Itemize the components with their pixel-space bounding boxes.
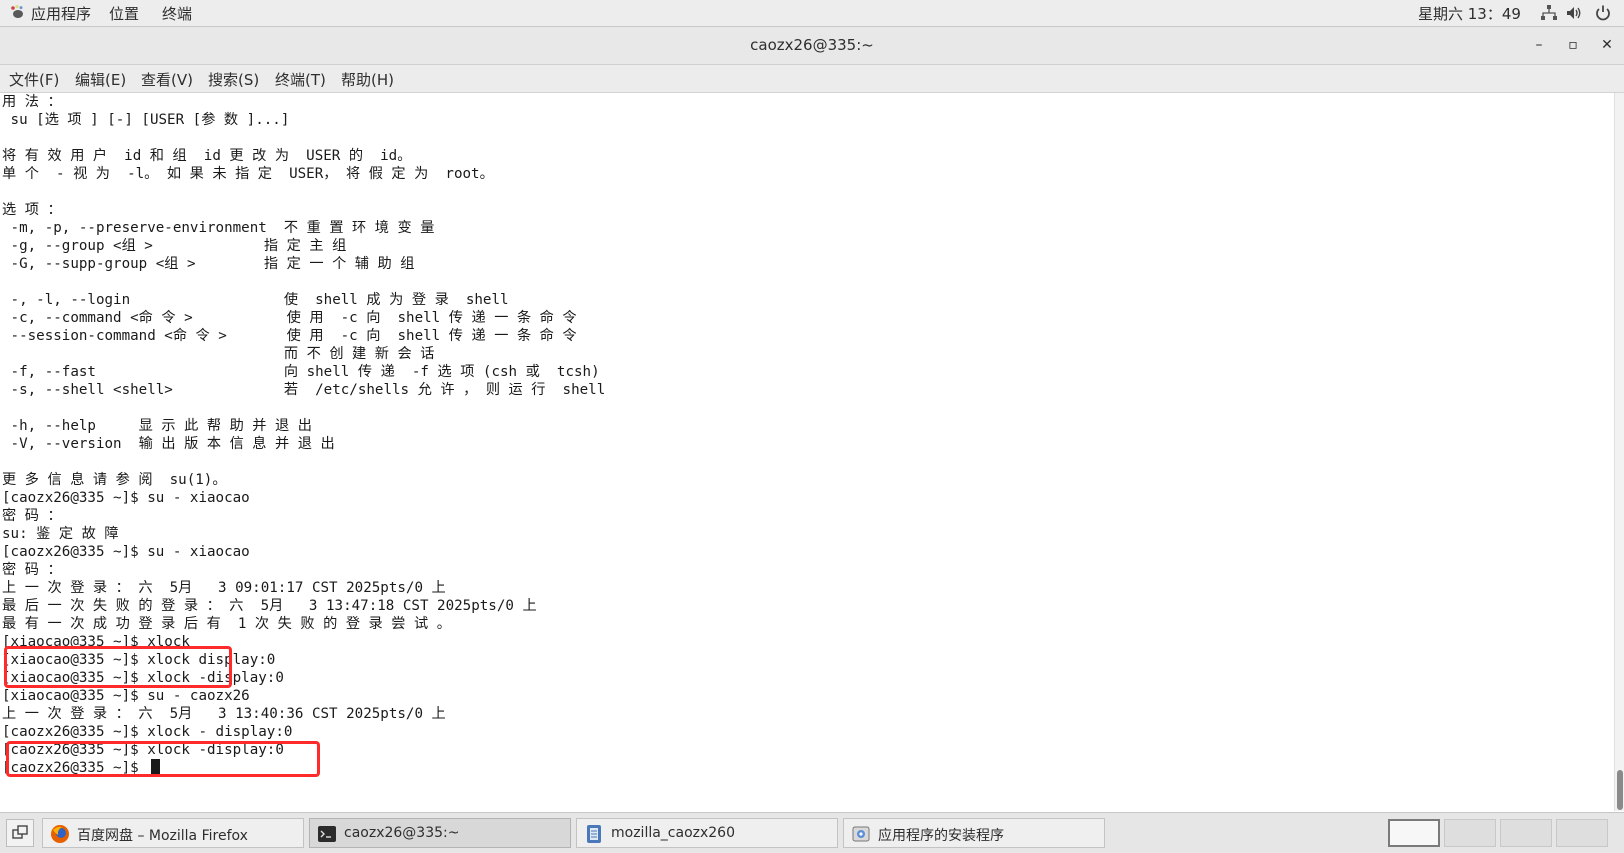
software-installer-icon xyxy=(852,826,870,842)
window-title: caozx26@335:~ xyxy=(750,36,874,54)
terminal-line: 而 不 创 建 新 会 话 xyxy=(2,346,435,362)
menu-search[interactable]: 搜索(S) xyxy=(208,69,259,90)
terminal-line: 最 后 一 次 失 败 的 登 录 ： 六 5月 3 13:47:18 CST … xyxy=(2,598,537,614)
file-manager-icon xyxy=(587,825,601,843)
terminal-line: -f, --fast 向 shell 传 递 -f 选 项 (csh 或 tcs… xyxy=(2,364,600,380)
show-desktop-icon xyxy=(12,825,28,839)
workspace-2[interactable] xyxy=(1444,819,1496,847)
terminal-menubar: 文件(F) 编辑(E) 查看(V) 搜索(S) 终端(T) 帮助(H) xyxy=(0,65,1624,93)
close-button[interactable]: ✕ xyxy=(1597,35,1617,55)
annotation-box-xlock-caozx26 xyxy=(6,741,320,777)
annotation-box-xlock-xiaocao xyxy=(4,646,232,688)
terminal-line: 单 个 - 视 为 -l。 如 果 未 指 定 USER， 将 假 定 为 ro… xyxy=(2,166,494,182)
firefox-icon xyxy=(51,825,69,843)
terminal-scrollbar[interactable] xyxy=(1614,93,1624,811)
terminal-line: 最 有 一 次 成 功 登 录 后 有 1 次 失 败 的 登 录 尝 试 。 xyxy=(2,616,451,632)
workspace-3[interactable] xyxy=(1500,819,1552,847)
menu-view[interactable]: 查看(V) xyxy=(141,69,193,90)
terminal-line: -h, --help 显 示 此 帮 助 并 退 出 xyxy=(2,418,312,434)
maximize-button[interactable]: ▫ xyxy=(1563,35,1583,55)
terminal-line: -m, -p, --preserve-environment 不 重 置 环 境… xyxy=(2,220,435,236)
task-firefox[interactable]: 百度网盘 – Mozilla Firefox xyxy=(42,818,304,848)
menu-terminal[interactable]: 终端(T) xyxy=(275,69,326,90)
applications-menu[interactable]: 应用程序 xyxy=(31,3,91,24)
terminal-line: 密 码 ： xyxy=(2,508,62,524)
show-desktop-button[interactable] xyxy=(6,819,34,847)
terminal-line: 将 有 效 用 户 id 和 组 id 更 改 为 USER 的 id。 xyxy=(2,148,412,164)
volume-icon[interactable] xyxy=(1565,4,1583,22)
terminal-line: 选 项 ： xyxy=(2,202,62,218)
menu-file[interactable]: 文件(F) xyxy=(9,69,59,90)
bottom-taskbar: 百度网盘 – Mozilla Firefox caozx26@335:~ moz… xyxy=(0,812,1624,853)
terminal-app-menu[interactable]: 终端 xyxy=(162,3,192,24)
workspace-1[interactable] xyxy=(1388,819,1440,847)
power-icon[interactable] xyxy=(1594,4,1612,22)
terminal-line: su: 鉴 定 故 障 xyxy=(2,526,119,542)
terminal-icon xyxy=(318,826,336,842)
terminal-line: -V, --version 输 出 版 本 信 息 并 退 出 xyxy=(2,436,335,452)
menu-help[interactable]: 帮助(H) xyxy=(341,69,394,90)
terminal-line: -G, --supp-group <组 > 指 定 一 个 辅 助 组 xyxy=(2,256,415,272)
terminal-line: [caozx26@335 ~]$ su - xiaocao xyxy=(2,490,250,506)
task-label: 应用程序的安装程序 xyxy=(878,828,1004,844)
network-icon[interactable] xyxy=(1540,4,1558,22)
task-software-installer[interactable]: 应用程序的安装程序 xyxy=(843,818,1105,848)
minimize-button[interactable]: – xyxy=(1529,35,1549,55)
terminal-line: su [选 项 ] [-] [USER [参 数 ]...] xyxy=(2,112,290,128)
terminal-line: [xiaocao@335 ~]$ su - caozx26 xyxy=(2,688,250,704)
task-terminal[interactable]: caozx26@335:~ xyxy=(309,818,571,848)
top-panel: 应用程序 位置 终端 星期六 13：49 xyxy=(0,0,1624,27)
terminal-line: 上 一 次 登 录 ： 六 5月 3 13:40:36 CST 2025pts/… xyxy=(2,706,446,722)
terminal-line: [caozx26@335 ~]$ su - xiaocao xyxy=(2,544,250,560)
task-label: 百度网盘 – Mozilla Firefox xyxy=(77,828,248,844)
terminal-line: 密 码 ： xyxy=(2,562,62,578)
terminal-line: -c, --command <命 令 > 使 用 -c 向 shell 传 递 … xyxy=(2,310,577,326)
task-file-manager[interactable]: mozilla_caozx260 xyxy=(576,818,838,848)
scrollbar-thumb[interactable] xyxy=(1617,770,1623,810)
task-label: mozilla_caozx260 xyxy=(611,825,735,841)
window-titlebar[interactable]: caozx26@335:~ – ▫ ✕ xyxy=(0,27,1624,65)
workspace-4[interactable] xyxy=(1556,819,1608,847)
terminal-line: 用 法 ： xyxy=(2,94,62,110)
terminal-line: 更 多 信 息 请 参 阅 su(1)。 xyxy=(2,472,227,488)
task-label: caozx26@335:~ xyxy=(344,825,460,841)
terminal-line: -g, --group <组 > 指 定 主 组 xyxy=(2,238,347,254)
terminal-line: 上 一 次 登 录 ： 六 5月 3 09:01:17 CST 2025pts/… xyxy=(2,580,446,596)
terminal-line: --session-command <命 令 > 使 用 -c 向 shell … xyxy=(2,328,577,344)
menu-edit[interactable]: 编辑(E) xyxy=(75,69,126,90)
terminal-line: [caozx26@335 ~]$ xlock - display:0 xyxy=(2,724,293,740)
terminal-view[interactable]: 用 法 ： su [选 项 ] [-] [USER [参 数 ]...] 将 有 … xyxy=(0,93,1614,811)
places-menu[interactable]: 位置 xyxy=(109,3,139,24)
terminal-line: -, -l, --login 使 shell 成 为 登 录 shell xyxy=(2,292,509,308)
gnome-foot-icon xyxy=(11,5,23,18)
terminal-line: -s, --shell <shell> 若 /etc/shells 允 许 ， … xyxy=(2,382,606,398)
clock[interactable]: 星期六 13：49 xyxy=(1418,3,1521,24)
